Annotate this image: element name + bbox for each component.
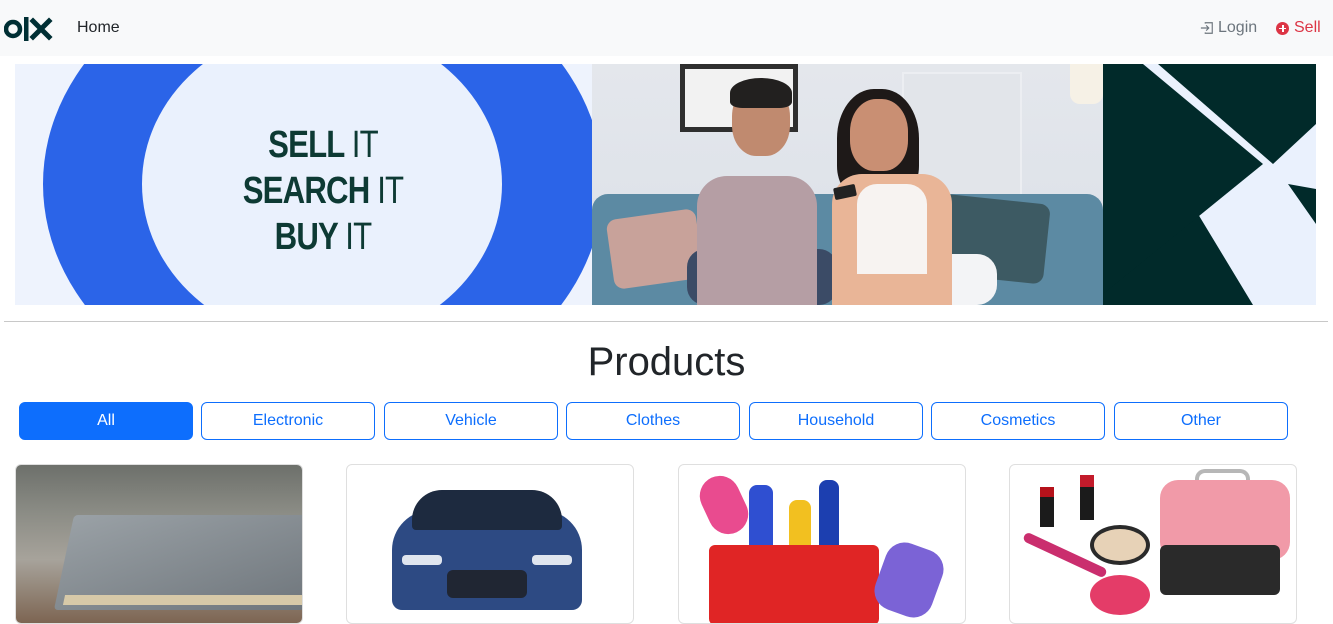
login-label: Login [1218,19,1258,36]
filter-electronic-button[interactable]: Electronic [201,402,375,440]
product-card-laptop[interactable] [15,464,303,624]
sell-link[interactable]: Sell [1276,19,1321,37]
navbar: Home Login Sell [0,0,1333,56]
banner-photo-couple [592,64,1103,305]
x-logo-graphic [1103,64,1316,305]
laptop-image [16,465,302,623]
filter-vehicle-button[interactable]: Vehicle [384,402,558,440]
sell-label: Sell [1294,19,1321,36]
slogan-line-1: SELL IT [268,124,379,166]
filter-all-button[interactable]: All [19,402,193,440]
filter-cosmetics-button[interactable]: Cosmetics [931,402,1105,440]
section-divider [4,321,1328,322]
login-icon [1200,22,1213,34]
nav-home-link[interactable]: Home [77,19,120,37]
product-card-household[interactable] [678,464,966,624]
car-image [412,490,562,530]
person-man [697,176,817,305]
login-link[interactable]: Login [1200,19,1257,37]
filter-clothes-button[interactable]: Clothes [566,402,740,440]
car-image [402,555,442,565]
cosmetics-image [1040,487,1054,527]
household-image [693,469,755,541]
laptop-image [62,595,302,605]
household-image [868,536,950,623]
product-card-cosmetics[interactable] [1009,464,1297,624]
banner-slogan-panel: SELL IT SEARCH IT BUY IT [15,64,593,305]
person-man [730,78,792,108]
olx-logo[interactable] [4,15,54,43]
product-card-car[interactable] [346,464,634,624]
plus-circle-icon [1276,21,1289,35]
banner-slogan: SELL IT SEARCH IT BUY IT [213,122,433,260]
hero-banner: SELL IT SEARCH IT BUY IT [15,64,1316,305]
person-woman [850,99,908,171]
cosmetics-image [1090,525,1150,565]
filter-household-button[interactable]: Household [749,402,923,440]
household-image [709,545,879,623]
cosmetics-image [1090,575,1150,615]
cosmetics-image [1160,545,1280,595]
person-woman [857,184,927,274]
car-image [447,570,527,598]
car-image [532,555,572,565]
household-image [819,480,839,555]
products-title: Products [587,340,746,384]
slogan-line-3: BUY IT [274,216,372,258]
cosmetics-image [1080,475,1094,520]
lamp [1070,64,1103,104]
banner-x-panel [1103,64,1316,305]
filter-other-button[interactable]: Other [1114,402,1288,440]
slogan-line-2: SEARCH IT [242,170,404,212]
